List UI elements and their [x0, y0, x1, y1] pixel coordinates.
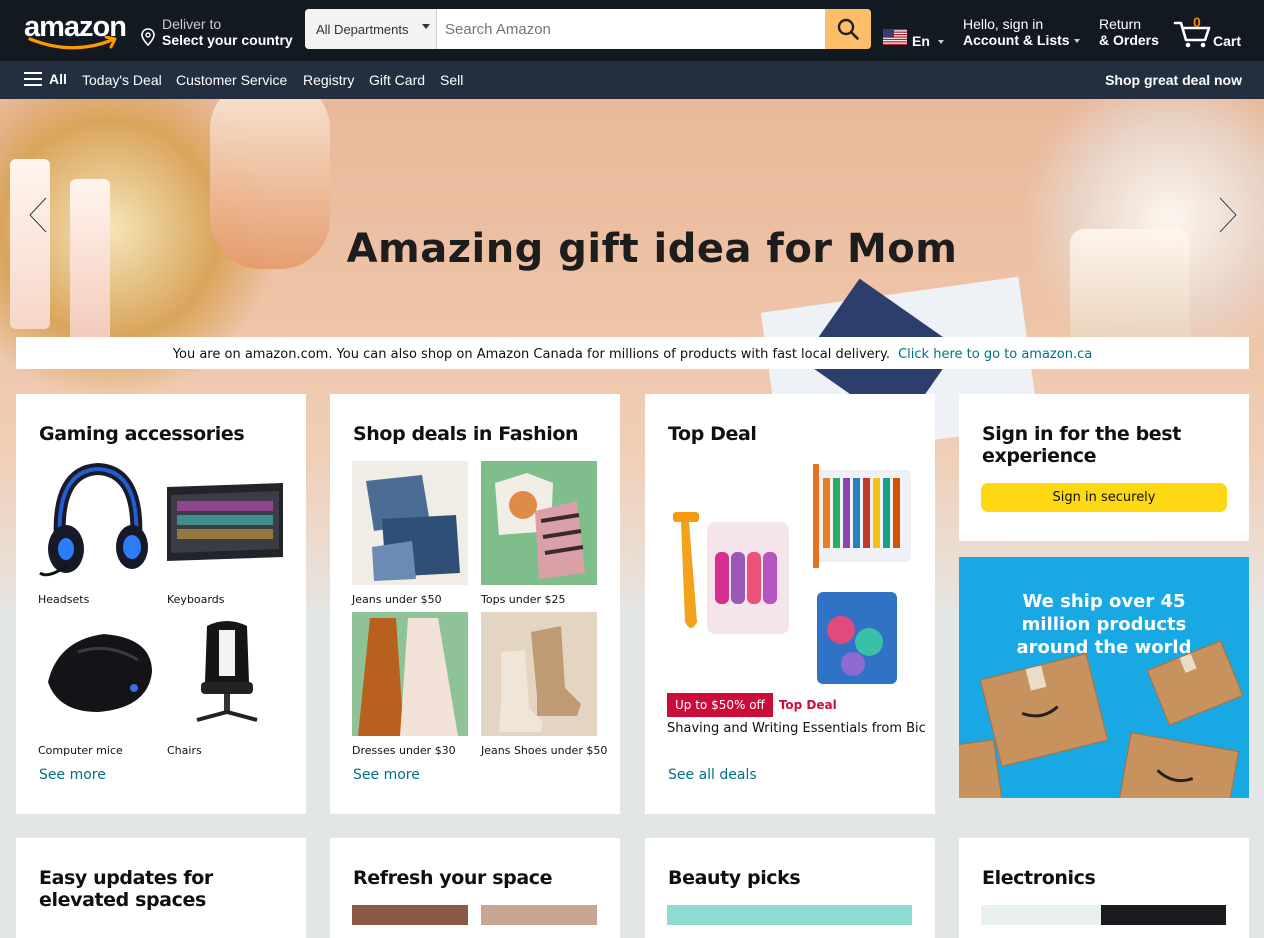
card-top-deal: Top Deal Up to $50% off Top Deal Shaving …: [645, 394, 935, 814]
tile-caption: Chairs: [167, 744, 202, 757]
all-menu-button[interactable]: All: [24, 71, 67, 87]
tile-image[interactable]: [981, 905, 1101, 925]
tile-image[interactable]: [667, 905, 912, 925]
deliver-label: Deliver to: [162, 16, 222, 32]
see-more-link[interactable]: See more: [39, 767, 106, 783]
tile-chairs[interactable]: Chairs: [167, 612, 283, 757]
tile-caption: Jeans under $50: [352, 593, 442, 606]
us-flag-icon: [883, 29, 907, 45]
tile-caption: Tops under $25: [481, 593, 566, 606]
card-electronics: Electronics: [959, 838, 1249, 938]
box-icon: [979, 653, 1109, 767]
logo-smile-icon: [28, 36, 117, 50]
tile-keyboards[interactable]: Keyboards: [167, 461, 283, 606]
amazon-logo[interactable]: amazon: [24, 12, 127, 50]
see-more-link[interactable]: See more: [353, 767, 420, 783]
tile-image[interactable]: [352, 905, 468, 925]
tile-caption: Computer mice: [38, 744, 123, 757]
nav-gift-card[interactable]: Gift Card: [369, 72, 425, 88]
sign-in-button[interactable]: Sign in securely: [981, 483, 1227, 512]
see-all-deals-link[interactable]: See all deals: [668, 767, 757, 783]
language-code: En: [912, 33, 930, 49]
card-refresh-space: Refresh your space: [330, 838, 620, 938]
tile-image[interactable]: [1101, 905, 1226, 925]
orders-label: & Orders: [1099, 32, 1159, 48]
account-menu[interactable]: Hello, sign in Account & Lists: [963, 16, 1080, 48]
search-button[interactable]: [825, 9, 871, 49]
all-menu-label: All: [49, 71, 67, 87]
nav-registry[interactable]: Registry: [303, 72, 354, 88]
search-icon: [837, 18, 859, 40]
deal-description[interactable]: Shaving and Writing Essentials from Bic: [667, 721, 926, 736]
deal-discount-badge: Up to $50% off: [667, 693, 773, 717]
hamburger-icon: [24, 72, 42, 86]
chevron-down-icon: [1073, 39, 1080, 44]
shoes-image: [481, 612, 597, 736]
tile-caption: Dresses under $30: [352, 744, 456, 757]
search-bar: All Departments: [305, 9, 871, 49]
headset-image: [38, 461, 154, 585]
card-title: Electronics: [982, 867, 1096, 889]
department-select[interactable]: All Departments: [305, 9, 437, 49]
nav-promo-link[interactable]: Shop great deal now: [1105, 72, 1242, 88]
tile-caption: Keyboards: [167, 593, 225, 606]
top-navbar: amazon Deliver to Select your country Al…: [0, 0, 1264, 61]
shipping-banner[interactable]: We ship over 45 million products around …: [959, 557, 1249, 798]
cart-button[interactable]: 0 Cart: [1173, 12, 1253, 52]
card-gaming-accessories: Gaming accessories Headsets Keyboards Co…: [16, 394, 306, 814]
tile-shoes[interactable]: Jeans Shoes under $50: [481, 612, 608, 757]
sub-navbar: All Today's Deal Customer Service Regist…: [0, 61, 1264, 99]
tile-computer-mice[interactable]: Computer mice: [38, 612, 154, 757]
dresses-image: [352, 612, 468, 736]
account-lists-label: Account & Lists: [963, 32, 1070, 48]
jeans-image: [352, 461, 468, 585]
keyboard-image: [167, 461, 283, 585]
canada-notice: You are on amazon.com. You can also shop…: [16, 337, 1249, 369]
chair-image: [167, 612, 283, 736]
deal-product-image[interactable]: [667, 460, 913, 688]
deal-type-label: Top Deal: [778, 698, 837, 712]
chevron-down-icon: [938, 40, 944, 44]
cart-count: 0: [1193, 14, 1201, 30]
deal-badge-row: Up to $50% off Top Deal: [667, 693, 837, 717]
carousel-prev-icon[interactable]: [26, 195, 50, 235]
tile-tops[interactable]: Tops under $25: [481, 461, 597, 606]
search-input[interactable]: [437, 9, 825, 49]
location-pin-icon: [141, 28, 155, 46]
card-elevated-spaces: Easy updates for elevated spaces: [16, 838, 306, 938]
card-beauty-picks: Beauty picks: [645, 838, 935, 938]
tile-image[interactable]: [481, 905, 597, 925]
account-greeting: Hello, sign in: [963, 16, 1044, 32]
notice-text: You are on amazon.com. You can also shop…: [172, 347, 890, 362]
mouse-image: [38, 612, 154, 736]
returns-orders-link[interactable]: Return & Orders: [1099, 16, 1159, 48]
chevron-down-icon: [422, 24, 430, 29]
card-title: Refresh your space: [353, 867, 553, 889]
department-select-value: All Departments: [316, 22, 409, 37]
card-title: Top Deal: [668, 423, 757, 445]
box-icon: [1116, 732, 1240, 798]
tile-jeans[interactable]: Jeans under $50: [352, 461, 468, 606]
card-fashion-deals: Shop deals in Fashion Jeans under $50 To…: [330, 394, 620, 814]
notice-link[interactable]: Click here to go to amazon.ca: [898, 347, 1092, 362]
carousel-next-icon[interactable]: [1216, 195, 1240, 235]
card-title: Gaming accessories: [39, 423, 245, 445]
cart-label: Cart: [1213, 33, 1242, 49]
deliver-country: Select your country: [162, 32, 293, 48]
nav-todays-deal[interactable]: Today's Deal: [82, 72, 162, 88]
card-title: Easy updates for elevated spaces: [39, 867, 213, 911]
tops-image: [481, 461, 597, 585]
card-title: Beauty picks: [668, 867, 801, 889]
hero-headline: Amazing gift idea for Mom: [346, 226, 958, 272]
card-signin: Sign in for the best experience Sign in …: [959, 394, 1249, 541]
tile-dresses[interactable]: Dresses under $30: [352, 612, 468, 757]
tile-headsets[interactable]: Headsets: [38, 461, 154, 606]
nav-sell[interactable]: Sell: [440, 72, 463, 88]
card-title: Shop deals in Fashion: [353, 423, 579, 445]
tile-caption: Headsets: [38, 593, 90, 606]
card-title: Sign in for the best experience: [982, 423, 1181, 467]
returns-label: Return: [1099, 16, 1142, 32]
nav-customer-service[interactable]: Customer Service: [176, 72, 287, 88]
tile-caption: Jeans Shoes under $50: [481, 744, 608, 757]
